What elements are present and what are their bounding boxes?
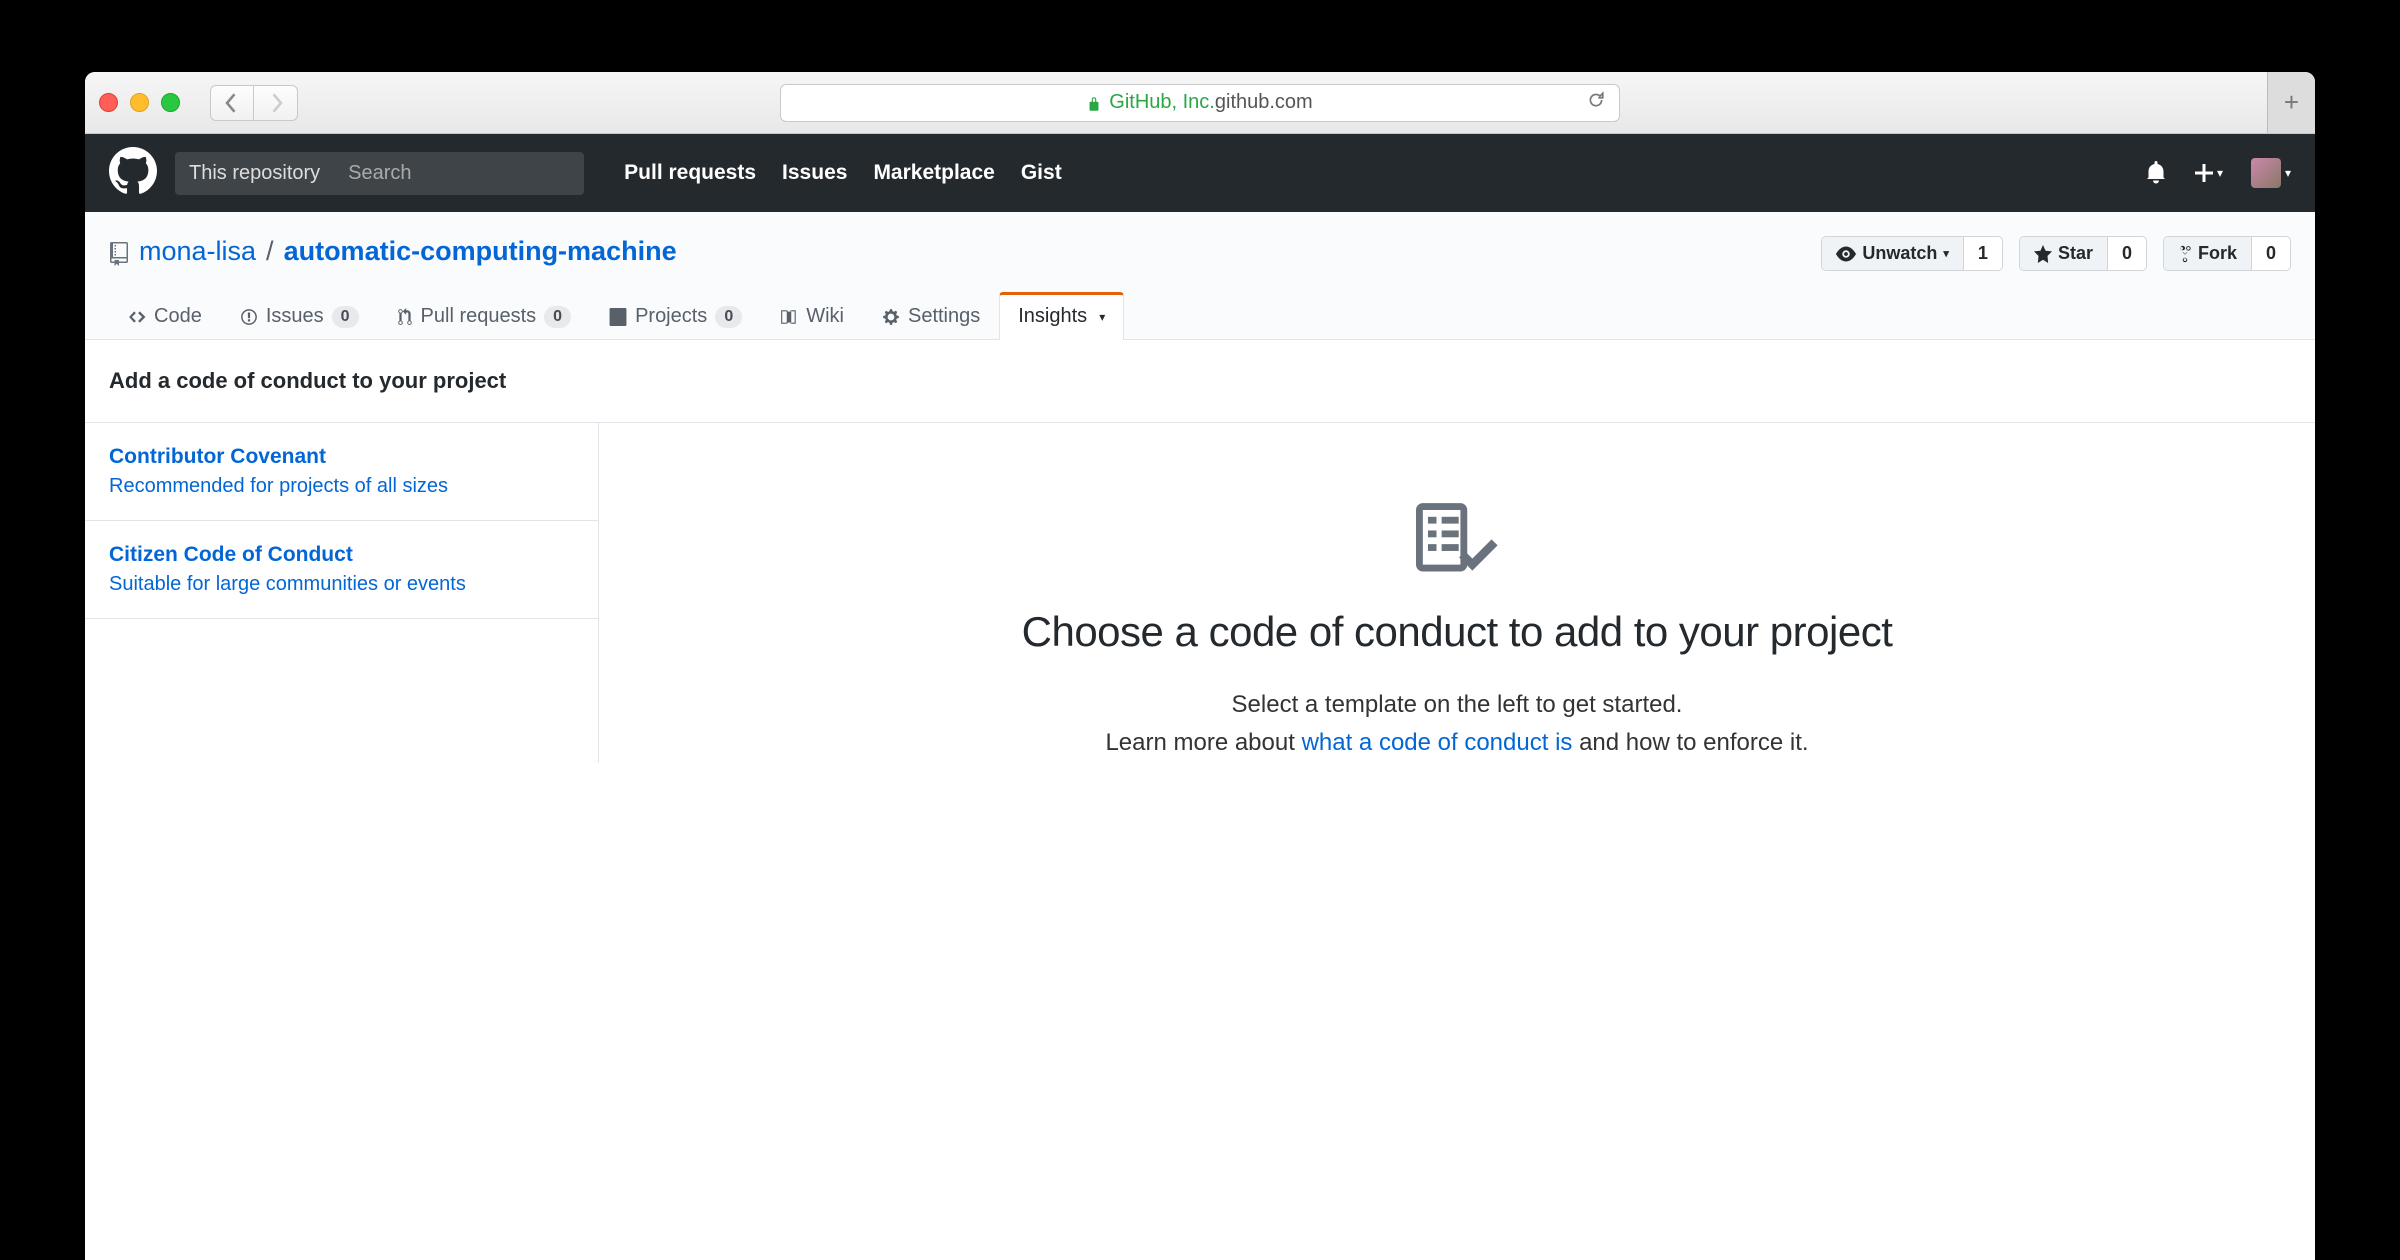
template-sidebar: Contributor Covenant Recommended for pro… [85, 423, 598, 763]
nav-gist[interactable]: Gist [1021, 161, 1062, 185]
tab-projects-label: Projects [635, 305, 707, 328]
tab-issues-count: 0 [332, 306, 359, 328]
tab-pull-requests[interactable]: Pull requests 0 [378, 292, 591, 340]
tab-settings-label: Settings [908, 305, 980, 328]
address-domain: github.com [1215, 91, 1313, 114]
tab-wiki-label: Wiki [806, 305, 844, 328]
new-tab-button[interactable]: + [2267, 72, 2315, 133]
watchers-count[interactable]: 1 [1964, 237, 2002, 270]
template-citizen-coc[interactable]: Citizen Code of Conduct Suitable for lar… [85, 521, 598, 619]
stars-count[interactable]: 0 [2108, 237, 2146, 270]
tab-code[interactable]: Code [109, 292, 221, 340]
tab-pr-label: Pull requests [421, 305, 537, 328]
avatar [2251, 158, 2281, 188]
address-bar[interactable]: GitHub, Inc. github.com [780, 84, 1620, 122]
browser-nav-buttons [210, 85, 298, 121]
header-right: ▾ ▾ [2145, 158, 2291, 188]
blank-line2: Learn more about what a code of conduct … [1105, 724, 1808, 762]
blank-line1: Select a template on the left to get sta… [1232, 686, 1683, 724]
template-desc: Suitable for large communities or events [109, 573, 574, 596]
coc-link[interactable]: what a code of conduct is [1302, 729, 1573, 756]
chevron-down-icon: ▾ [1943, 247, 1949, 260]
nav-issues[interactable]: Issues [782, 161, 847, 185]
nav-pull-requests[interactable]: Pull requests [624, 161, 756, 185]
blank-heading: Choose a code of conduct to add to your … [1022, 608, 1893, 656]
template-title: Citizen Code of Conduct [109, 543, 574, 567]
github-header: This repository Pull requests Issues Mar… [85, 134, 2315, 212]
window-maximize-button[interactable] [161, 93, 180, 112]
repo-name-link[interactable]: automatic-computing-machine [284, 236, 677, 267]
fork-button[interactable]: Fork [2164, 237, 2252, 270]
layout: Contributor Covenant Recommended for pro… [85, 422, 2315, 763]
star-action: Star 0 [2019, 236, 2147, 271]
template-title: Contributor Covenant [109, 445, 574, 469]
tab-insights-label: Insights [1018, 305, 1087, 328]
notifications-icon[interactable] [2145, 161, 2167, 186]
fork-label: Fork [2198, 243, 2237, 264]
chevron-down-icon: ▾ [2217, 166, 2223, 180]
unwatch-button[interactable]: Unwatch ▾ [1822, 237, 1964, 270]
create-new-dropdown[interactable]: ▾ [2195, 164, 2223, 182]
watch-action: Unwatch ▾ 1 [1821, 236, 2003, 271]
chevron-down-icon: ▾ [1099, 310, 1105, 324]
search-scope-label[interactable]: This repository [175, 152, 334, 195]
repo-name: mona-lisa / automatic-computing-machine [109, 236, 677, 267]
page-content: Add a code of conduct to your project Co… [85, 340, 2315, 763]
fork-action: Fork 0 [2163, 236, 2291, 271]
window-controls [99, 93, 180, 112]
github-logo-icon[interactable] [109, 147, 157, 200]
chevron-down-icon: ▾ [2285, 166, 2291, 180]
browser-titlebar: GitHub, Inc. github.com + [85, 72, 2315, 134]
tab-insights[interactable]: Insights ▾ [999, 292, 1124, 340]
repo-actions: Unwatch ▾ 1 Star 0 Fork [1821, 236, 2291, 271]
window-close-button[interactable] [99, 93, 118, 112]
browser-forward-button[interactable] [254, 85, 298, 121]
template-desc: Recommended for projects of all sizes [109, 475, 574, 498]
address-org: GitHub, Inc. [1109, 91, 1215, 114]
star-button[interactable]: Star [2020, 237, 2108, 270]
main-panel: Choose a code of conduct to add to your … [598, 423, 2315, 763]
repo-header: mona-lisa / automatic-computing-machine … [85, 212, 2315, 340]
star-label: Star [2058, 243, 2093, 264]
blank-line2-after: and how to enforce it. [1572, 729, 1808, 756]
repo-title-row: mona-lisa / automatic-computing-machine … [85, 212, 2315, 271]
tab-pr-count: 0 [544, 306, 571, 328]
lock-icon [1087, 91, 1101, 114]
tab-settings[interactable]: Settings [863, 292, 999, 340]
tab-issues[interactable]: Issues 0 [221, 292, 378, 340]
tab-wiki[interactable]: Wiki [761, 292, 863, 340]
window-minimize-button[interactable] [130, 93, 149, 112]
tab-issues-label: Issues [266, 305, 324, 328]
search-input[interactable] [334, 152, 584, 195]
user-menu[interactable]: ▾ [2251, 158, 2291, 188]
unwatch-label: Unwatch [1862, 243, 1937, 264]
checklist-icon [1416, 503, 1498, 580]
tab-projects[interactable]: Projects 0 [590, 292, 761, 340]
template-contributor-covenant[interactable]: Contributor Covenant Recommended for pro… [85, 423, 598, 521]
tab-code-label: Code [154, 305, 202, 328]
nav-marketplace[interactable]: Marketplace [873, 161, 994, 185]
blank-line2-before: Learn more about [1105, 729, 1301, 756]
forks-count[interactable]: 0 [2252, 237, 2290, 270]
header-nav: Pull requests Issues Marketplace Gist [624, 161, 1062, 185]
repo-slash: / [266, 236, 274, 267]
page-title: Add a code of conduct to your project [85, 340, 2315, 422]
tab-projects-count: 0 [715, 306, 742, 328]
browser-back-button[interactable] [210, 85, 254, 121]
repo-nav: Code Issues 0 Pull requests 0 Projects 0… [85, 271, 2315, 339]
browser-window: GitHub, Inc. github.com + This repositor… [85, 72, 2315, 1260]
repo-owner-link[interactable]: mona-lisa [139, 236, 256, 267]
repo-icon [109, 236, 129, 267]
reload-icon[interactable] [1587, 91, 1605, 115]
